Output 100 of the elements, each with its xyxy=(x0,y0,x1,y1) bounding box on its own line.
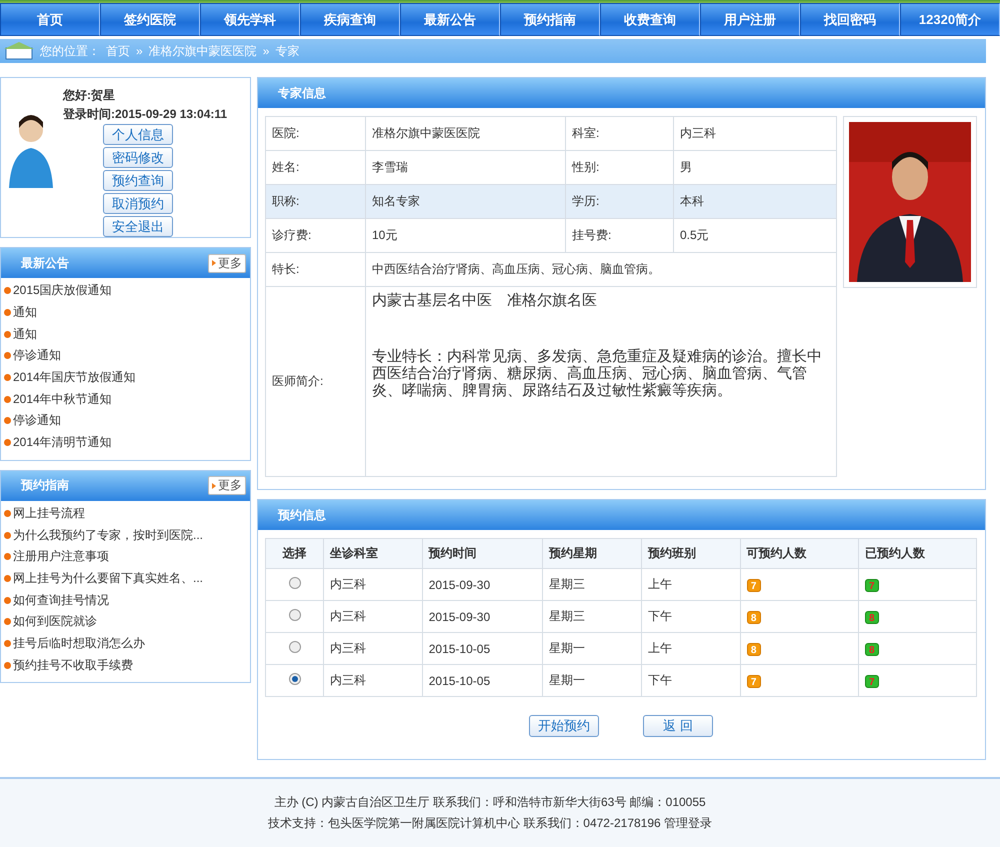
intro-text: 专业特长：内科常见病、多发病、急危重症及疑难病的诊治。擅长中西医结合治疗肾病、糖尿病、高血压病、冠心病、脑血管病、气管炎、哮喘病、脾胃病、尿路结石及过敏性紫癜等疾病。 xyxy=(372,348,823,399)
table-cell: 内三科 xyxy=(324,664,422,696)
bullet-icon xyxy=(4,287,11,294)
label-cell: 性别: xyxy=(566,150,674,184)
footer-text: 主办 (C) 内蒙古自治区卫生厅 联系我们：呼和浩特市新华大街63号 邮编：010055 xyxy=(274,794,706,811)
user-menu-button[interactable]: 安全退出 xyxy=(103,216,173,237)
guide-link[interactable]: 挂号后临时想取消怎么办 xyxy=(4,632,250,654)
nav-tab[interactable]: 首页 xyxy=(0,3,100,36)
bullet-icon xyxy=(4,309,11,316)
action-button[interactable]: 返 回 xyxy=(643,715,713,737)
nav-tab[interactable]: 领先学科 xyxy=(200,3,300,36)
action-button[interactable]: 开始预约 xyxy=(529,715,599,737)
table-cell: 2015-10-05 xyxy=(422,664,543,696)
column-header: 可预约人数 xyxy=(740,538,858,568)
notice-link[interactable]: 通知 xyxy=(4,302,250,324)
guide-link[interactable]: 如何查询挂号情况 xyxy=(4,589,250,611)
label-cell: 挂号费: xyxy=(566,218,674,252)
bullet-icon xyxy=(4,330,11,338)
guide-link[interactable]: 网上挂号为什么要留下真实姓名、... xyxy=(4,568,250,590)
notice-link[interactable]: 通知 xyxy=(4,323,250,346)
value-cell: 本科 xyxy=(674,184,836,218)
bullet-icon xyxy=(4,374,11,382)
panel-title: 预约指南 xyxy=(21,477,69,494)
user-menu-button[interactable]: 预约查询 xyxy=(103,170,173,191)
more-link[interactable]: 更多 xyxy=(208,476,246,495)
table-cell: 内三科 xyxy=(324,568,422,600)
notice-link[interactable]: 2015国庆放假通知 xyxy=(4,280,250,302)
radio-button[interactable] xyxy=(288,577,300,589)
table-cell: 星期三 xyxy=(542,600,642,632)
notice-link[interactable]: 2014年国庆节放假通知 xyxy=(4,366,250,388)
table-cell: 2015-10-05 xyxy=(422,632,543,664)
value-cell: 知名专家 xyxy=(366,184,566,218)
value-cell: 内三科 xyxy=(674,116,836,150)
nav-tab[interactable]: 签约医院 xyxy=(100,3,200,36)
column-header: 选择 xyxy=(266,538,324,568)
nav-tab[interactable]: 最新公告 xyxy=(400,3,500,36)
guide-link[interactable]: 预约挂号不收取手续费 xyxy=(4,654,250,676)
label-cell: 科室: xyxy=(566,116,674,150)
notice-link[interactable]: 2014年清明节通知 xyxy=(4,432,250,454)
bullet-icon xyxy=(4,596,11,604)
table-cell: 星期一 xyxy=(542,632,642,664)
value-cell: 男 xyxy=(674,150,836,184)
table-cell: 下午 xyxy=(641,600,740,632)
table-cell: 星期一 xyxy=(542,664,642,696)
column-header: 预约时间 xyxy=(422,538,543,568)
count-badge: 8 xyxy=(746,610,761,624)
breadcrumb-separator: » xyxy=(262,44,270,58)
intro-heading: 内蒙古基层名中医 准格尔旗名医 xyxy=(372,291,598,310)
table-cell: 上午 xyxy=(641,632,740,664)
label-cell: 学历: xyxy=(566,184,674,218)
count-badge: 8 xyxy=(746,642,761,656)
table-cell: 内三科 xyxy=(324,600,422,632)
bullet-icon xyxy=(4,618,11,626)
notice-link[interactable]: 2014年中秋节通知 xyxy=(4,388,250,410)
radio-button[interactable] xyxy=(288,673,300,685)
guide-link[interactable]: 如何到医院就诊 xyxy=(4,610,250,633)
nav-tab[interactable]: 12320简介 xyxy=(900,3,1000,36)
triangle-icon xyxy=(212,482,216,488)
footer-text: 技术支持：包头医学院第一附属医院计算机中心 联系我们：0472-2178196 管理登录 xyxy=(268,815,712,832)
column-header: 预约星期 xyxy=(542,538,642,568)
value-cell: 李雪瑞 xyxy=(366,150,566,184)
user-menu-button[interactable]: 密码修改 xyxy=(103,147,173,168)
panel-title: 预约信息 xyxy=(278,506,326,524)
count-badge: 7 xyxy=(746,578,761,592)
nav-tab[interactable]: 预约指南 xyxy=(500,3,600,36)
bullet-icon xyxy=(4,352,11,360)
nav-tab[interactable]: 疾病查询 xyxy=(300,3,400,36)
login-time-text: 登录时间:2015-09-29 13:04:11 xyxy=(63,106,228,123)
breadcrumb-label: 您的位置： xyxy=(40,42,100,60)
radio-button[interactable] xyxy=(288,641,300,653)
count-badge: 7 xyxy=(864,578,879,592)
column-header: 预约班别 xyxy=(641,538,740,568)
nav-tab[interactable]: 用户注册 xyxy=(700,3,800,36)
guide-link[interactable]: 注册用户注意事项 xyxy=(4,546,250,568)
column-header: 已预约人数 xyxy=(858,538,976,568)
guide-link[interactable]: 网上挂号流程 xyxy=(4,502,250,524)
value-cell: 10元 xyxy=(366,218,566,252)
user-menu-button[interactable]: 取消预约 xyxy=(103,193,173,214)
greeting-text: 您好:贺星 xyxy=(63,87,116,104)
notice-link[interactable]: 停诊通知 xyxy=(4,345,250,367)
bullet-icon xyxy=(4,574,11,582)
table-cell: 星期三 xyxy=(542,568,642,600)
radio-button[interactable] xyxy=(288,609,300,621)
nav-tab[interactable]: 收费查询 xyxy=(600,3,700,36)
bullet-icon xyxy=(4,640,11,647)
home-icon xyxy=(4,42,34,60)
table-cell: 2015-09-30 xyxy=(422,600,543,632)
bullet-icon xyxy=(4,532,11,539)
nav-tab[interactable]: 找回密码 xyxy=(800,3,900,36)
guide-link[interactable]: 为什么我预约了专家，按时到医院... xyxy=(4,524,250,546)
table-cell: 内三科 xyxy=(324,632,422,664)
user-menu-button[interactable]: 个人信息 xyxy=(103,124,173,145)
notice-link[interactable]: 停诊通知 xyxy=(4,410,250,432)
bullet-icon xyxy=(4,662,11,669)
label-cell: 特长: xyxy=(266,252,366,286)
label-cell: 职称: xyxy=(266,184,366,218)
triangle-icon xyxy=(212,260,216,266)
more-link[interactable]: 更多 xyxy=(208,254,246,272)
panel-title: 最新公告 xyxy=(21,254,69,272)
label-cell: 医院: xyxy=(266,116,366,150)
